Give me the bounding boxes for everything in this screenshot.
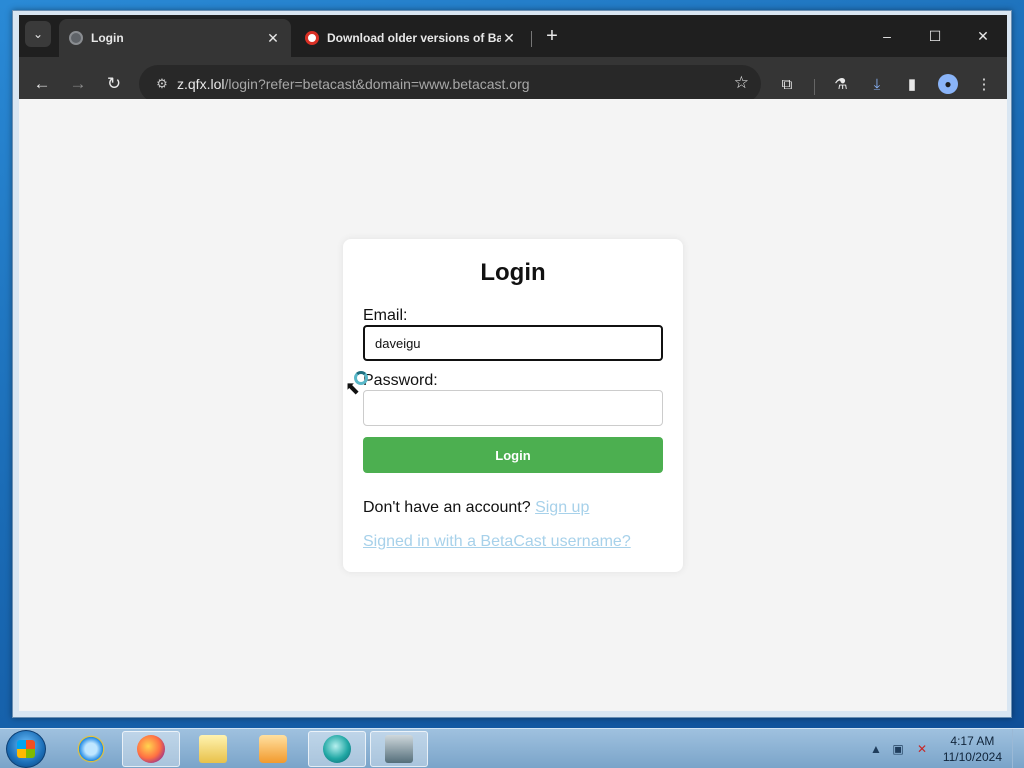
url-path: /login?refer=betacast&domain=www.betacas… [224,76,530,92]
tab-title: Login [91,31,124,45]
password-field[interactable] [363,390,663,426]
firefox-icon[interactable] [122,731,180,767]
clock-time: 4:17 AM [950,734,995,748]
address-bar[interactable]: ⚙ z.qfx.lol /login?refer=betacast&domain… [139,65,761,103]
tab-title: Download older versions of Ba [327,31,501,45]
page-viewport: Login Email: Password: Login Don't have … [19,99,1007,711]
toolbar-separator [814,79,815,95]
show-desktop-button[interactable] [1012,729,1024,768]
browser-window: ⌄ Login ✕ Download older versions of Ba … [12,10,1012,718]
tab-login[interactable]: Login ✕ [59,19,291,57]
signup-link[interactable]: Sign up [535,499,589,516]
email-label: Email: [363,307,408,324]
tab-strip: ⌄ Login ✕ Download older versions of Ba … [19,15,1007,57]
clock-date: 11/10/2024 [942,750,1002,764]
tab-download[interactable]: Download older versions of Ba ✕ [295,19,527,57]
windows-logo-icon [17,740,35,758]
globe-icon [69,31,83,45]
tab-close-icon[interactable]: ✕ [265,30,281,47]
profile-avatar-icon[interactable]: ● [936,72,960,96]
maximize-button[interactable]: ☐ [915,23,955,49]
close-button[interactable]: ✕ [963,23,1003,49]
password-label: Password: [363,372,438,389]
extensions-icon[interactable]: ⧉ [775,72,799,96]
url-host: z.qfx.lol [177,76,225,92]
tab-close-icon[interactable]: ✕ [501,30,517,47]
site-info-icon[interactable]: ⚙ [147,76,177,92]
installer-app-icon[interactable] [370,731,428,767]
teal-app-icon[interactable] [308,731,366,767]
labs-flask-icon[interactable]: ⚗ [829,72,853,96]
browser-chrome: ⌄ Login ✕ Download older versions of Ba … [19,15,1007,111]
media-player-icon[interactable] [244,731,302,767]
system-clock[interactable]: 4:17 AM 11/10/2024 [943,733,1002,765]
betacast-username-link[interactable]: Signed in with a BetaCast username? [363,533,631,551]
side-panel-icon[interactable]: ▮ [900,72,924,96]
menu-kebab-icon[interactable]: ⋮ [972,72,996,96]
plus-icon[interactable]: + [539,23,565,49]
back-arrow-icon[interactable]: ← [29,71,55,97]
mouse-pointer-icon: ⬉ [345,378,361,398]
login-card: Login Email: Password: Login Don't have … [343,239,683,572]
tab-search-icon[interactable]: ⌄ [25,21,51,47]
bookmark-star-icon[interactable]: ☆ [734,73,749,93]
tab-separator [531,31,532,47]
login-button[interactable]: Login [363,437,663,473]
tray-expand-icon[interactable]: ▲ [868,741,884,757]
download-icon[interactable]: ⤓ [865,72,889,96]
volume-muted-icon[interactable]: ✕ [914,741,930,757]
signup-line: Don't have an account? Sign up [363,499,589,517]
minimize-button[interactable]: – [867,23,907,49]
taskbar: ▲ ▣ ✕ 4:17 AM 11/10/2024 [0,728,1024,768]
record-icon [305,31,319,45]
email-field[interactable] [363,325,663,361]
page-title: Login [480,259,546,286]
network-icon[interactable]: ▣ [890,741,906,757]
forward-arrow-icon[interactable]: → [65,71,91,97]
signup-prompt: Don't have an account? [363,499,531,516]
file-explorer-icon[interactable] [184,731,242,767]
internet-explorer-icon[interactable] [62,731,120,767]
reload-icon[interactable]: ↻ [101,71,127,97]
